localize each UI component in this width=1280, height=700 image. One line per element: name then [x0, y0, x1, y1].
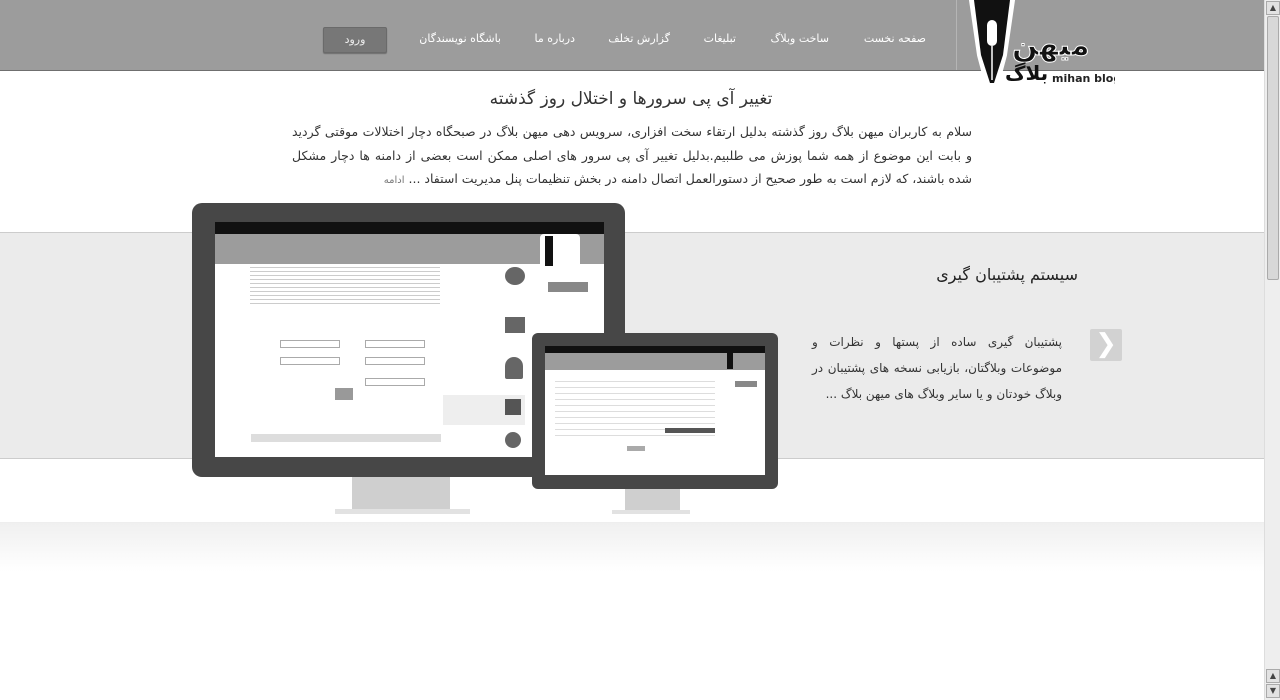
mihan-blog-logo[interactable]: میهن بلاگ mihan blog — [960, 0, 1115, 88]
svg-text:mihan blog: mihan blog — [1052, 72, 1115, 85]
scrollbar-thumb[interactable] — [1267, 16, 1279, 280]
scroll-down-icon[interactable]: ▼ — [1266, 684, 1280, 698]
login-button[interactable]: ورود — [323, 27, 387, 53]
read-more-link[interactable]: ادامه — [384, 175, 405, 186]
svg-text:بلاگ: بلاگ — [1005, 61, 1048, 85]
scrollbar[interactable]: ▲ ▲ ▼ — [1264, 0, 1280, 700]
footer-shadow — [0, 522, 1264, 572]
nav-create-blog[interactable]: ساخت وبلاگ — [771, 32, 829, 45]
news-body: سلام به کاربران میهن بلاگ روز گذشته بدلی… — [292, 120, 972, 193]
nav-ads[interactable]: تبلیغات — [704, 32, 736, 45]
svg-text:میهن: میهن — [1012, 28, 1090, 63]
nav-report-abuse[interactable]: گزارش تخلف — [608, 32, 670, 45]
news-title[interactable]: تغییر آی پی سرورها و اختلال روز گذشته — [300, 89, 962, 109]
nav-writers-club[interactable]: باشگاه نویسندگان — [419, 32, 501, 45]
nav-about[interactable]: درباره ما — [535, 32, 575, 45]
scroll-up-icon-bottom[interactable]: ▲ — [1266, 669, 1280, 683]
scroll-up-icon[interactable]: ▲ — [1266, 1, 1280, 15]
chevron-right-icon[interactable]: ❯ — [1090, 329, 1122, 361]
nav-home[interactable]: صفحه نخست — [864, 32, 926, 45]
feature-title: سیستم پشتیبان گیری — [936, 265, 1078, 284]
feature-body: پشتیبان گیری ساده از پستها و نظرات و موض… — [812, 335, 1062, 401]
header-divider — [956, 0, 957, 70]
